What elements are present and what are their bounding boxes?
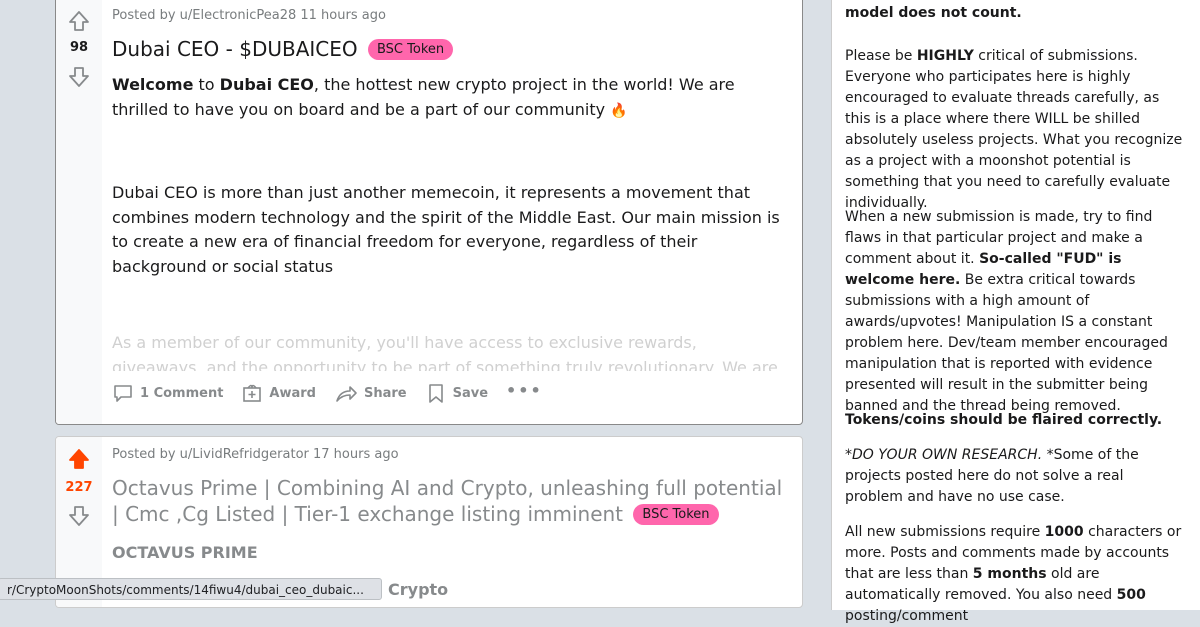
downvote-icon[interactable] bbox=[67, 65, 91, 89]
text: posting/comment bbox=[845, 608, 969, 624]
text: critical of submissions. Everyone who pa… bbox=[845, 48, 1183, 211]
bold-highly: HIGHLY bbox=[916, 48, 974, 64]
rule-fud: When a new submission is made, try to fi… bbox=[845, 207, 1185, 417]
comments-label: 1 Comment bbox=[140, 385, 224, 401]
save-label: Save bbox=[452, 385, 489, 401]
bold-brand: Dubai CEO bbox=[219, 75, 314, 94]
upvote-icon[interactable] bbox=[67, 447, 91, 471]
italic-dyor: *DO YOUR OWN RESEARCH. bbox=[845, 447, 1043, 463]
status-url-bar: r/CryptoMoonShots/comments/14fiwu4/dubai… bbox=[0, 578, 382, 600]
post-meta[interactable]: Posted by u/ElectronicPea28 11 hours ago bbox=[112, 8, 386, 23]
bookmark-icon bbox=[428, 384, 443, 403]
vote-column: 98 bbox=[56, 0, 102, 424]
comment-icon bbox=[114, 385, 132, 402]
comments-button[interactable]: 1 Comment bbox=[112, 382, 223, 404]
award-button[interactable]: Award bbox=[241, 382, 316, 404]
text: Please be bbox=[845, 48, 917, 64]
rule-flair: Tokens/coins should be flaired correctly… bbox=[845, 412, 1163, 428]
post-title[interactable]: Dubai CEO - $DUBAICEO bbox=[112, 37, 358, 61]
next-post-peek: Crypto bbox=[388, 580, 449, 599]
vote-count: 98 bbox=[69, 40, 89, 55]
share-icon bbox=[336, 386, 357, 402]
upvote-icon[interactable] bbox=[67, 9, 91, 33]
sidebar-rules: utility. No, simply using a deflationary… bbox=[831, 0, 1200, 624]
rule-dyor: *DO YOUR OWN RESEARCH. *Some of the proj… bbox=[845, 445, 1185, 508]
award-icon bbox=[243, 384, 262, 402]
bold-5-months: 5 months bbox=[972, 566, 1047, 582]
share-button[interactable]: Share bbox=[334, 382, 407, 404]
rule-critical: Please be HIGHLY critical of submissions… bbox=[845, 46, 1185, 214]
fire-icon: 🔥 bbox=[610, 102, 628, 119]
bold-500: 500 bbox=[1116, 587, 1146, 603]
rule-requirements: All new submissions require 1000 charact… bbox=[845, 522, 1185, 627]
post-actions: 1 Comment Award Share Save ••• bbox=[112, 377, 561, 409]
text-to: to bbox=[193, 75, 220, 94]
share-label: Share bbox=[363, 385, 407, 401]
post-meta[interactable]: Posted by u/LividRefridgerator 17 hours … bbox=[112, 447, 399, 462]
bold-welcome: Welcome bbox=[112, 75, 194, 94]
post-body-faded: As a member of our community, you'll hav… bbox=[112, 333, 778, 371]
flair-badge[interactable]: BSC Token bbox=[633, 504, 719, 525]
post-body-paragraph-2: Dubai CEO is more than just another meme… bbox=[112, 183, 780, 276]
post-body-paragraph: Welcome to Dubai CEO, the hottest new cr… bbox=[112, 73, 792, 123]
text: All new submissions require bbox=[845, 524, 1045, 540]
bold-1000: 1000 bbox=[1044, 524, 1084, 540]
downvote-icon[interactable] bbox=[67, 504, 91, 528]
post-title-row[interactable]: Octavus Prime | Combining AI and Crypto,… bbox=[112, 475, 788, 527]
rule-deflationary: utility. No, simply using a deflationary… bbox=[845, 5, 1022, 21]
save-button[interactable]: Save bbox=[425, 382, 488, 404]
text: Be extra critical towards submissions wi… bbox=[845, 272, 1168, 414]
more-options-button[interactable]: ••• bbox=[506, 381, 543, 400]
award-label: Award bbox=[269, 385, 316, 401]
post-card[interactable]: 98 Posted by u/ElectronicPea28 11 hours … bbox=[55, 0, 803, 425]
vote-count: 227 bbox=[65, 480, 93, 495]
post-title-row[interactable]: Dubai CEO - $DUBAICEO BSC Token bbox=[112, 36, 792, 62]
flair-badge[interactable]: BSC Token bbox=[367, 39, 454, 60]
post-subhead: OCTAVUS PRIME bbox=[112, 543, 258, 562]
